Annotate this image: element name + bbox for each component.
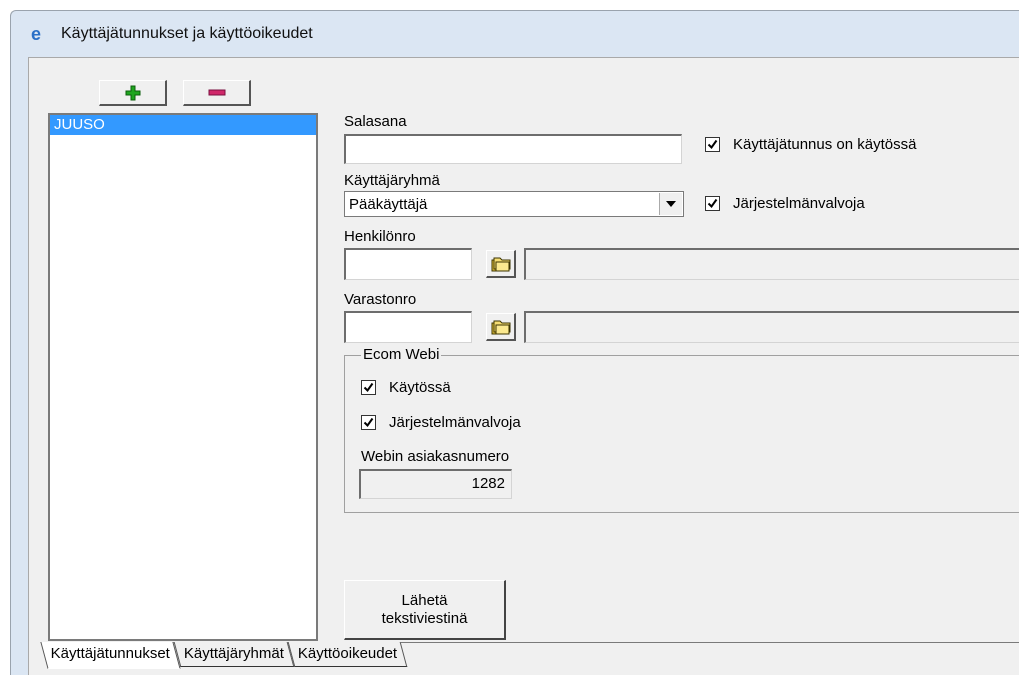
- folder-icon: [491, 320, 510, 334]
- tab-strip: Käyttäjätunnukset Käyttäjäryhmät Käyttöo…: [40, 642, 408, 669]
- password-field[interactable]: [344, 134, 682, 164]
- group-select[interactable]: Pääkäyttäjä: [344, 191, 684, 217]
- group-select-value: Pääkäyttäjä: [349, 195, 428, 213]
- remove-user-button[interactable]: [183, 80, 251, 106]
- checkmark-icon: [705, 196, 720, 211]
- sysadmin-label: Järjestelmänvalvoja: [733, 195, 865, 212]
- title-bar: e Käyttäjätunnukset ja käyttöoikeudet: [11, 11, 1019, 56]
- send-sms-button[interactable]: Lähetä tekstiviestinä: [344, 580, 506, 640]
- app-window: e Käyttäjätunnukset ja käyttöoikeudet JU…: [10, 10, 1019, 675]
- window-title: Käyttäjätunnukset ja käyttöoikeudet: [61, 24, 313, 42]
- send-button-line1: Lähetä: [401, 591, 448, 609]
- customer-number-label: Webin asiakasnumero: [361, 448, 510, 465]
- person-number-field[interactable]: [344, 248, 472, 280]
- add-user-button[interactable]: [99, 80, 167, 106]
- ecom-admin-label: Järjestelmänvalvoja: [389, 414, 521, 431]
- account-enabled-label: Käyttäjätunnus on käytössä: [733, 136, 917, 153]
- app-e-icon: e: [31, 23, 42, 44]
- account-enabled-checkbox[interactable]: Käyttäjätunnus on käytössä: [705, 136, 916, 153]
- warehouse-name-field: [524, 311, 1019, 343]
- ecom-admin-checkbox[interactable]: Järjestelmänvalvoja: [361, 414, 521, 431]
- person-name-field: [524, 248, 1019, 280]
- warehouse-number-field[interactable]: [344, 311, 472, 343]
- plus-icon: [125, 85, 140, 100]
- tab-user-groups[interactable]: Käyttäjäryhmät: [173, 642, 295, 667]
- group-label: Käyttäjäryhmä: [344, 172, 440, 189]
- warehouse-browse-button[interactable]: [486, 313, 516, 341]
- checkmark-icon: [705, 137, 720, 152]
- chevron-down-icon[interactable]: [659, 193, 682, 215]
- checkmark-icon: [361, 380, 376, 395]
- tab-user-accounts[interactable]: Käyttäjätunnukset: [40, 642, 181, 669]
- send-button-line2: tekstiviestinä: [381, 609, 468, 627]
- user-list[interactable]: JUUSO: [48, 113, 318, 641]
- ecom-enabled-checkbox[interactable]: Käytössä: [361, 379, 451, 396]
- tab-permissions[interactable]: Käyttöoikeudet: [287, 642, 408, 667]
- person-label: Henkilönro: [344, 228, 416, 245]
- minus-icon: [208, 89, 225, 95]
- checkmark-icon: [361, 415, 376, 430]
- group-title: Ecom Webi: [361, 346, 442, 363]
- client-area: JUUSO Salasana Käyttäjätunnus on käytöss…: [28, 57, 1019, 675]
- customer-number-field: 1282: [359, 469, 512, 499]
- list-item[interactable]: JUUSO: [50, 115, 316, 135]
- ecom-enabled-label: Käytössä: [389, 379, 451, 396]
- ecom-webi-group: Ecom Webi Käytössä Järjestelmänvalvoja W…: [344, 346, 1019, 513]
- warehouse-label: Varastonro: [344, 291, 417, 308]
- password-label: Salasana: [344, 113, 407, 130]
- folder-icon: [491, 257, 510, 271]
- sysadmin-checkbox[interactable]: Järjestelmänvalvoja: [705, 195, 865, 212]
- person-browse-button[interactable]: [486, 250, 516, 278]
